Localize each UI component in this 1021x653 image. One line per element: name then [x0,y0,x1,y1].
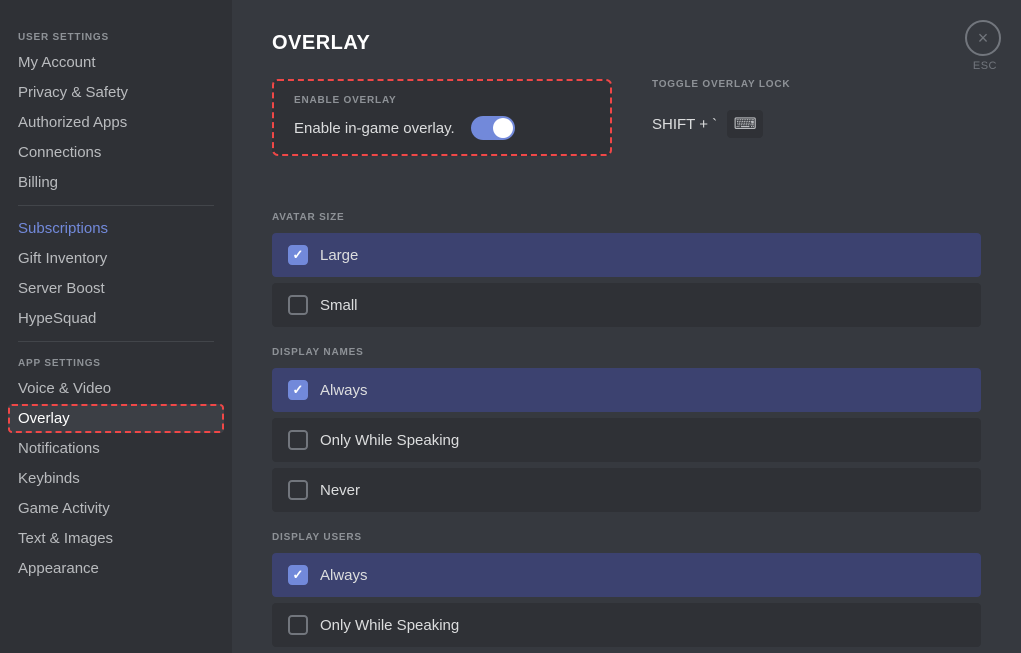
user-settings-section-label: USER SETTINGS [8,24,224,47]
checkbox-names-only-speaking [288,430,308,450]
sidebar-item-gift-inventory[interactable]: Gift Inventory [8,244,224,273]
enable-overlay-row: Enable in-game overlay. [294,116,590,140]
display-users-section: DISPLAY USERS Always Only While Speaking [272,532,981,647]
sidebar-item-label: Overlay [18,410,70,427]
main-content: OVERLAY ENABLE OVERLAY Enable in-game ov… [232,0,1021,653]
enable-overlay-text: Enable in-game overlay. [294,120,455,137]
avatar-size-large[interactable]: Large [272,233,981,277]
enable-overlay-label: ENABLE OVERLAY [294,95,590,106]
sidebar-item-text-images[interactable]: Text & Images [8,524,224,553]
option-users-speaking-label: Only While Speaking [320,617,459,634]
display-names-section: DISPLAY NAMES Always Only While Speaking… [272,347,981,512]
sidebar-item-label: Subscriptions [18,220,108,237]
option-large-label: Large [320,247,358,264]
option-small-label: Small [320,297,358,314]
sidebar-item-my-account[interactable]: My Account [8,48,224,77]
avatar-size-section: AVATAR SIZE Large Small [272,212,981,327]
enable-overlay-toggle[interactable] [471,116,515,140]
sidebar-item-subscriptions[interactable]: Subscriptions [8,214,224,243]
checkbox-users-always [288,565,308,585]
avatar-size-label: AVATAR SIZE [272,212,981,223]
checkbox-users-only-speaking [288,615,308,635]
close-icon: × [978,28,989,49]
sidebar-item-game-activity[interactable]: Game Activity [8,494,224,523]
sidebar-item-label: HypeSquad [18,310,96,327]
display-users-always[interactable]: Always [272,553,981,597]
display-names-only-speaking[interactable]: Only While Speaking [272,418,981,462]
sidebar-item-label: Notifications [18,440,100,457]
divider-1 [18,205,214,206]
option-names-always-label: Always [320,382,368,399]
sidebar-item-keybinds[interactable]: Keybinds [8,464,224,493]
toggle-lock-label: TOGGLE OVERLAY LOCK [652,79,790,90]
sidebar-item-label: Server Boost [18,280,105,297]
display-names-always[interactable]: Always [272,368,981,412]
sidebar-item-notifications[interactable]: Notifications [8,434,224,463]
keybind-row: SHIFT + ` ⌨ [652,110,790,138]
avatar-size-small[interactable]: Small [272,283,981,327]
page-title: OVERLAY [272,32,981,55]
sidebar-item-label: Game Activity [18,500,110,517]
app-settings-section-label: APP SETTINGS [8,350,224,373]
sidebar-item-authorized-apps[interactable]: Authorized Apps [8,108,224,137]
display-names-never[interactable]: Never [272,468,981,512]
sidebar-item-voice-video[interactable]: Voice & Video [8,374,224,403]
sidebar-item-connections[interactable]: Connections [8,138,224,167]
sidebar-item-label: Text & Images [18,530,113,547]
close-button[interactable]: × [965,20,1001,56]
divider-2 [18,341,214,342]
sidebar-item-overlay[interactable]: Overlay [8,404,224,433]
top-row: ENABLE OVERLAY Enable in-game overlay. T… [272,79,981,184]
display-names-label: DISPLAY NAMES [272,347,981,358]
sidebar-item-label: Gift Inventory [18,250,107,267]
checkbox-large [288,245,308,265]
sidebar-item-label: Keybinds [18,470,80,487]
sidebar-item-appearance[interactable]: Appearance [8,554,224,583]
sidebar-item-billing[interactable]: Billing [8,168,224,197]
sidebar-item-label: Appearance [18,560,99,577]
sidebar-item-label: My Account [18,54,96,71]
checkbox-names-never [288,480,308,500]
sidebar-item-label: Voice & Video [18,380,111,397]
checkbox-small [288,295,308,315]
display-users-only-speaking[interactable]: Only While Speaking [272,603,981,647]
display-users-label: DISPLAY USERS [272,532,981,543]
option-names-never-label: Never [320,482,360,499]
sidebar-item-label: Authorized Apps [18,114,127,131]
toggle-knob [493,118,513,138]
keybind-text: SHIFT + ` [652,116,717,133]
sidebar-item-privacy-safety[interactable]: Privacy & Safety [8,78,224,107]
sidebar-item-hypesquad[interactable]: HypeSquad [8,304,224,333]
checkbox-names-always [288,380,308,400]
close-esc-label: ESC [973,60,997,72]
toggle-overlay-lock-section: TOGGLE OVERLAY LOCK SHIFT + ` ⌨ [652,79,790,138]
enable-overlay-box: ENABLE OVERLAY Enable in-game overlay. [272,79,612,156]
sidebar: USER SETTINGS My Account Privacy & Safet… [0,0,232,653]
sidebar-item-label: Privacy & Safety [18,84,128,101]
sidebar-item-server-boost[interactable]: Server Boost [8,274,224,303]
sidebar-item-label: Connections [18,144,101,161]
option-users-always-label: Always [320,567,368,584]
keyboard-icon[interactable]: ⌨ [727,110,763,138]
sidebar-item-label: Billing [18,174,58,191]
option-names-speaking-label: Only While Speaking [320,432,459,449]
